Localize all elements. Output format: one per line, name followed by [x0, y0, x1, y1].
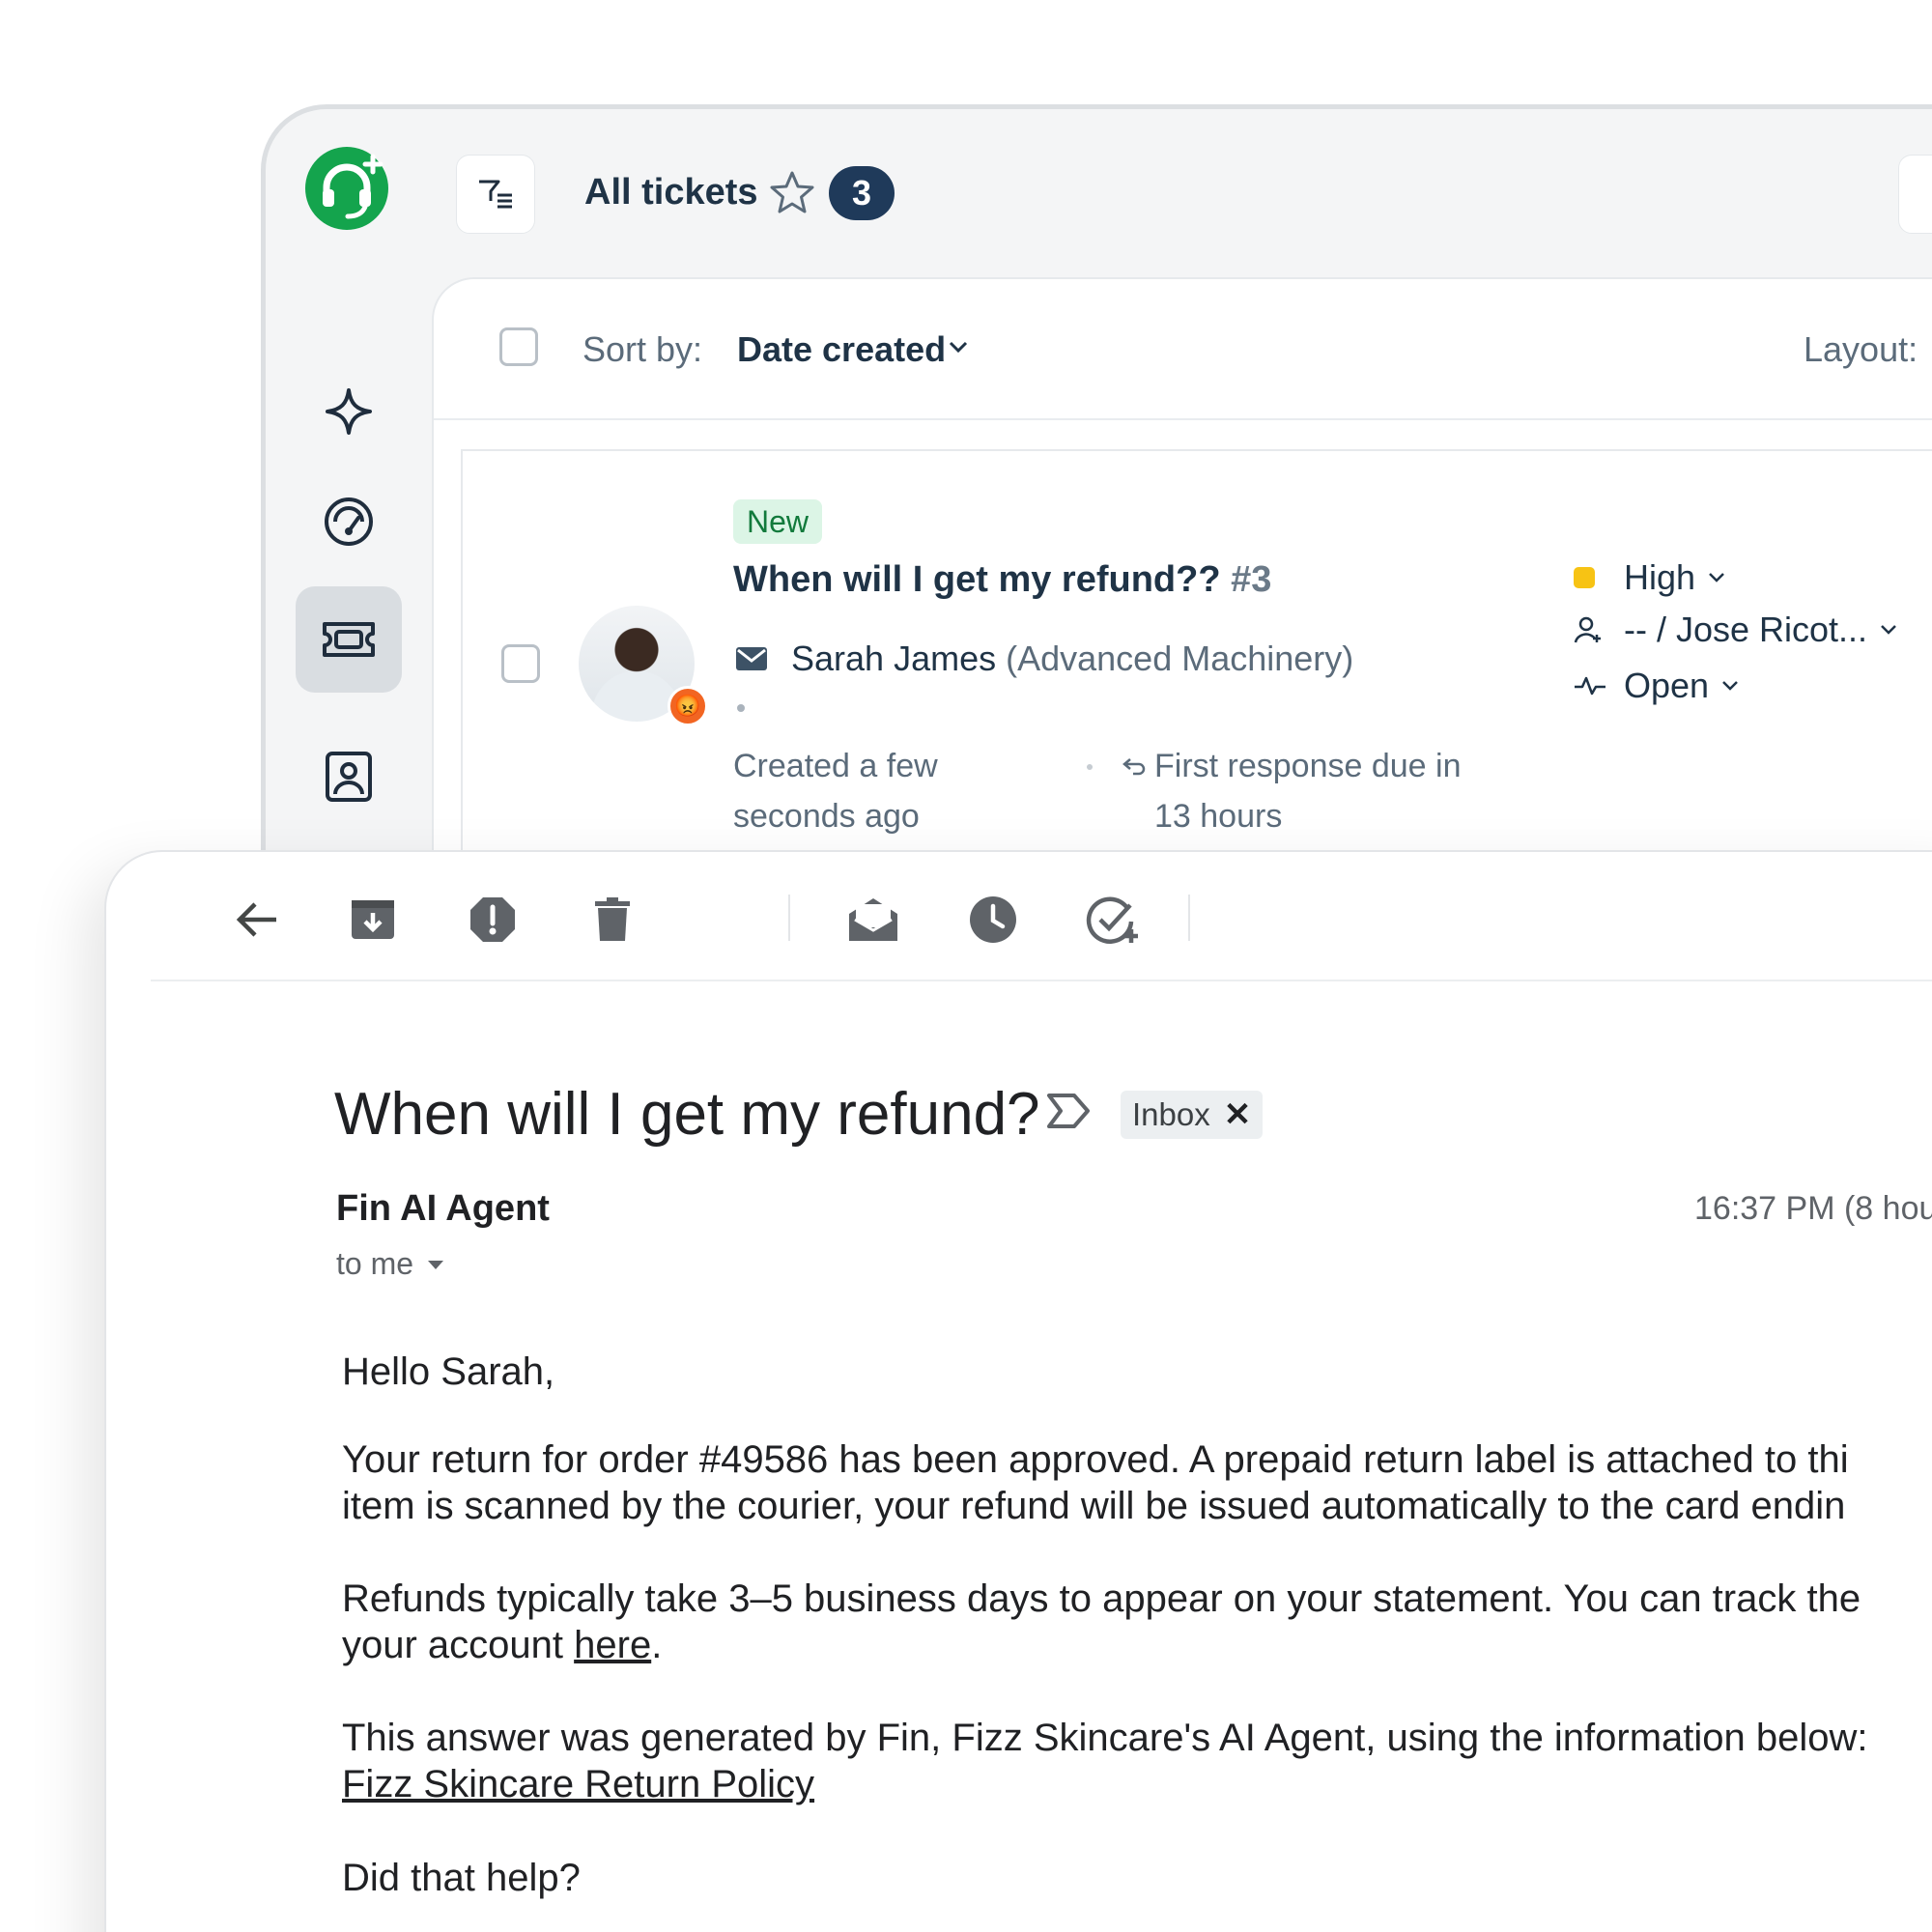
priority-value: High — [1624, 557, 1696, 597]
toolbar-divider — [1188, 895, 1190, 941]
report-spam-icon[interactable] — [464, 891, 522, 949]
sort-label: Sort by: — [582, 329, 703, 369]
email-paragraph-1-line-2: item is scanned by the courier, your ref… — [342, 1485, 1846, 1527]
paragraph-2-text: your account — [342, 1624, 575, 1666]
layout-label[interactable]: Layout: — [1804, 329, 1918, 370]
caret-down-icon — [427, 1259, 444, 1270]
brand-logo-icon[interactable] — [305, 147, 388, 230]
sort-dropdown[interactable]: Date created — [737, 329, 946, 370]
created-time: Created a few seconds ago — [733, 741, 984, 841]
due-line-1: First response due in — [1154, 748, 1462, 784]
sort-bar: Sort by: Date created Layout: — [434, 279, 1932, 420]
separator-dot — [737, 704, 745, 712]
toolbar-divider — [788, 895, 790, 941]
status-badge: New — [733, 499, 823, 544]
recipient-text: to me — [336, 1246, 414, 1281]
recipient-details-toggle[interactable]: to me — [336, 1246, 444, 1282]
email-timestamp: 16:37 PM (8 hou — [1694, 1190, 1932, 1227]
sender-name[interactable]: Fin AI Agent — [336, 1188, 550, 1230]
email-paragraph-3-line-1: This answer was generated by Fin, Fizz S… — [342, 1717, 1868, 1759]
requester-company: (Advanced Machinery) — [1006, 639, 1354, 678]
requester[interactable]: Sarah James (Advanced Machinery) — [791, 639, 1353, 679]
mark-unread-icon[interactable] — [844, 891, 902, 949]
priority-indicator-icon — [1574, 567, 1595, 588]
label-important-icon[interactable] — [1045, 1092, 1094, 1135]
top-right-action-button[interactable] — [1898, 155, 1932, 234]
chevron-down-icon[interactable] — [948, 339, 969, 359]
due-line-2: 13 hours — [1154, 798, 1283, 835]
return-policy-link[interactable]: Fizz Skincare Return Policy — [342, 1763, 814, 1805]
remove-label-button[interactable]: ✕ — [1224, 1091, 1252, 1139]
chevron-down-icon — [1879, 623, 1898, 637]
dashboard-gauge-nav-icon[interactable] — [296, 469, 402, 575]
tickets-nav-icon[interactable] — [296, 586, 402, 693]
chevron-down-icon — [1720, 679, 1740, 693]
activity-pulse-icon — [1574, 674, 1606, 697]
delete-trash-icon[interactable] — [583, 891, 641, 949]
chevron-down-icon — [1707, 571, 1726, 584]
status-value: Open — [1624, 666, 1710, 705]
separator-dot — [1087, 764, 1093, 770]
inbox-label-text: Inbox — [1132, 1096, 1210, 1132]
ticket-subject-text: When will I get my refund?? — [733, 559, 1221, 600]
email-paragraph-2-line-2: your account here. — [342, 1621, 662, 1669]
angry-sentiment-icon: 😡 — [668, 686, 708, 726]
ticket-count-badge: 3 — [829, 166, 895, 220]
email-paragraph-1-line-1: Your return for order #49586 has been ap… — [342, 1438, 1849, 1481]
ticket-subject[interactable]: When will I get my refund?? #3 — [733, 559, 1271, 601]
priority-dropdown[interactable]: High — [1574, 557, 1726, 598]
ai-sparkle-nav-icon[interactable] — [296, 358, 402, 465]
contacts-nav-icon[interactable] — [296, 724, 402, 830]
assign-user-icon — [1574, 615, 1606, 644]
reply-arrow-icon — [1122, 756, 1147, 781]
ticket-number: #3 — [1231, 559, 1272, 600]
assignee-value: -- / Jose Ricot... — [1624, 610, 1868, 649]
filter-icon — [479, 180, 512, 209]
email-paragraph-3-line-2: Fizz Skincare Return Policy — [342, 1760, 814, 1808]
select-all-checkbox[interactable] — [499, 327, 538, 366]
first-response-sla: First response due in 13 hours — [1154, 741, 1541, 841]
add-task-icon[interactable] — [1084, 891, 1142, 949]
created-line-1: Created a few — [733, 748, 938, 784]
email-subject: When will I get my refund? — [334, 1081, 1040, 1148]
email-toolbar — [151, 852, 1932, 981]
email-channel-icon — [735, 646, 768, 676]
track-refund-link[interactable]: here — [574, 1624, 651, 1666]
inbox-label-chip: Inbox ✕ — [1121, 1091, 1264, 1139]
requester-name: Sarah James — [791, 639, 997, 678]
status-dropdown[interactable]: Open — [1574, 666, 1740, 706]
email-window: When will I get my refund? Inbox ✕ Fin A… — [104, 850, 1932, 1932]
email-greeting: Hello Sarah, — [342, 1350, 555, 1393]
created-line-2: seconds ago — [733, 798, 920, 835]
email-paragraph-2-line-1: Refunds typically take 3–5 business days… — [342, 1577, 1861, 1620]
paragraph-2-suffix: . — [651, 1624, 663, 1666]
back-arrow-icon[interactable] — [228, 891, 286, 949]
email-closing: Did that help? — [342, 1857, 581, 1899]
snooze-clock-icon[interactable] — [964, 891, 1022, 949]
assignee-dropdown[interactable]: -- / Jose Ricot... — [1574, 610, 1898, 650]
view-title: All tickets — [584, 172, 758, 213]
favorite-star-icon[interactable] — [768, 169, 816, 220]
archive-icon[interactable] — [344, 891, 402, 949]
ticket-checkbox[interactable] — [501, 644, 540, 683]
filter-toggle-button[interactable] — [456, 155, 535, 234]
